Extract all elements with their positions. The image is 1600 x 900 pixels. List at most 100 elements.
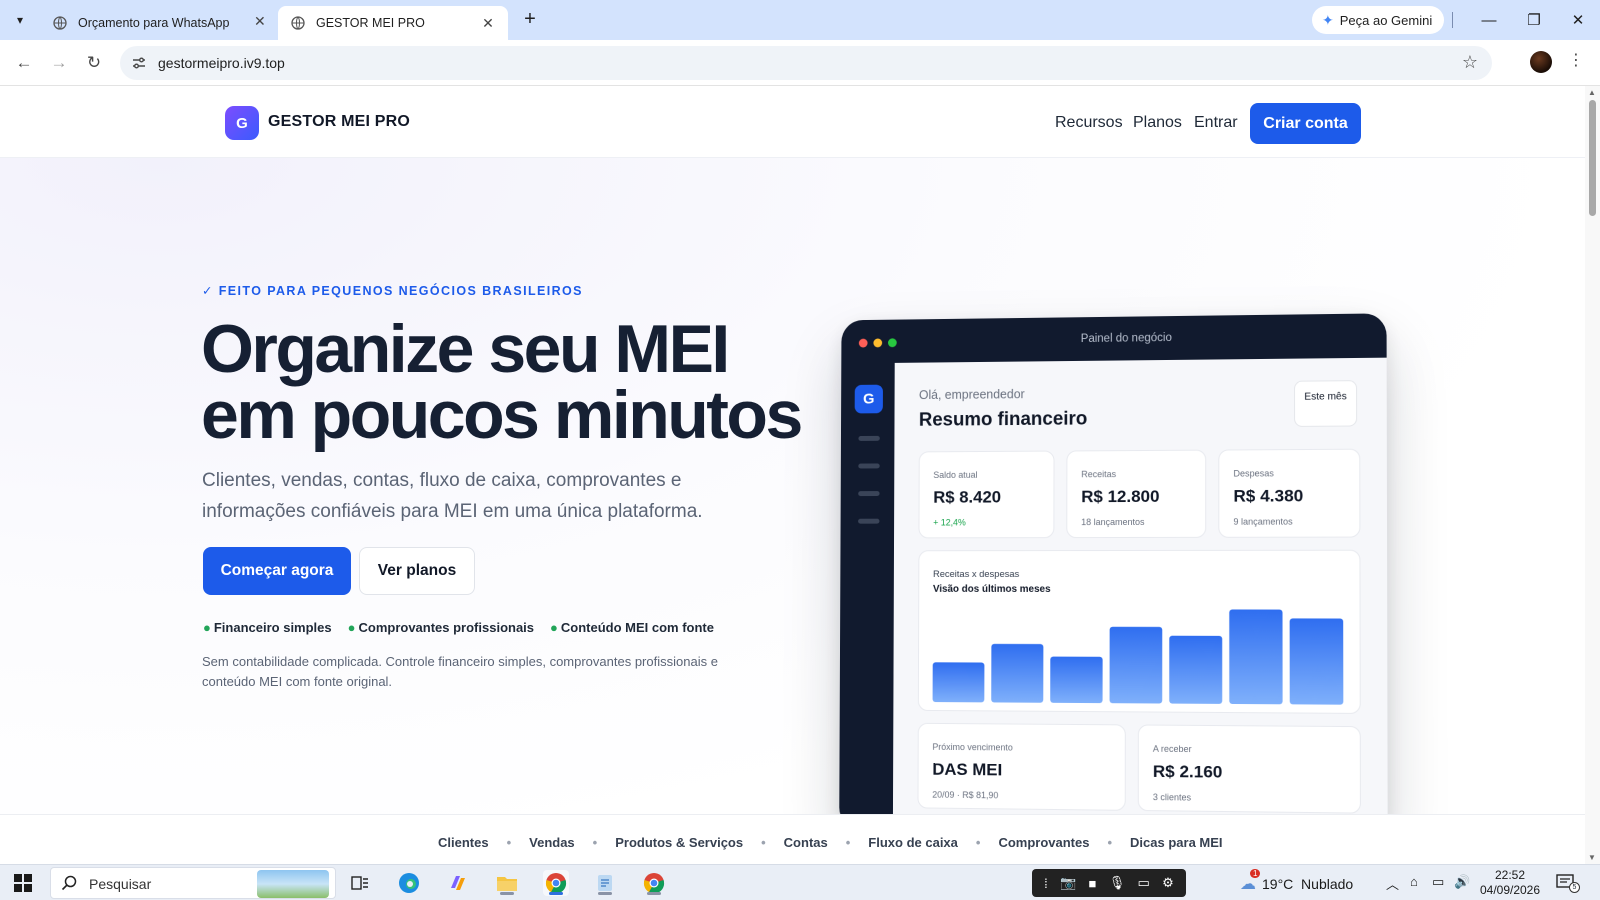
chart-title: Visão dos últimos meses: [932, 583, 1051, 595]
restore-button[interactable]: ❐: [1511, 0, 1557, 40]
subnav-item[interactable]: Vendas: [529, 835, 575, 850]
ver-planos-button[interactable]: Ver planos: [359, 547, 475, 595]
task-view-icon[interactable]: [347, 870, 373, 896]
chart-bar: [1229, 609, 1283, 705]
scroll-down-arrow-icon[interactable]: ▼: [1588, 853, 1596, 862]
grip-icon[interactable]: ⁞: [1044, 876, 1048, 891]
volume-icon[interactable]: 🔊: [1454, 874, 1470, 890]
camera-icon[interactable]: 📷: [1060, 875, 1076, 891]
criar-conta-button[interactable]: Criar conta: [1250, 103, 1361, 144]
network-icon[interactable]: ▭: [1432, 874, 1444, 890]
tab-gestor-mei-pro[interactable]: GESTOR MEI PRO ✕: [278, 6, 508, 40]
page-scrollbar[interactable]: ▲ ▼: [1585, 86, 1600, 864]
hero-eyebrow: ✓ FEITO PARA PEQUENOS NEGÓCIOS BRASILEIR…: [202, 284, 583, 298]
address-bar[interactable]: gestormeipro.iv9.top ☆: [120, 46, 1492, 80]
chart-bar: [1169, 635, 1223, 704]
chrome-icon[interactable]: [543, 870, 569, 896]
feature-bullets: ● Financeiro simples ● Comprovantes profis…: [203, 620, 714, 635]
globe-icon: [290, 15, 306, 31]
headline-line-2: em poucos minutos: [201, 377, 803, 453]
card-value: DAS MEI: [932, 759, 1003, 780]
taskbar-search[interactable]: Pesquisar: [50, 867, 336, 899]
device-icon[interactable]: ⌂: [1410, 874, 1418, 889]
subnav-item[interactable]: Comprovantes: [998, 835, 1089, 850]
site-header: G GESTOR MEI PRO Recursos Planos Entrar …: [0, 86, 1585, 158]
hero-headline: Organize seu MEI em poucos minutos: [201, 315, 803, 449]
card-meta: 20/09 · R$ 81,90: [932, 789, 999, 801]
site-settings-icon[interactable]: [130, 54, 148, 72]
more-menu-icon[interactable]: ⋮: [1568, 50, 1584, 70]
chart-subtitle: Receitas x despesas: [932, 569, 1020, 580]
chart-card: Receitas x despesas Visão dos últimos me…: [917, 549, 1361, 714]
scroll-thumb[interactable]: [1589, 100, 1596, 216]
subnav-item[interactable]: Contas: [784, 835, 828, 850]
capture-tools-tray: ⁞ 📷 ■ 🎙 ▭ ⚙: [1032, 869, 1186, 897]
weather-widget[interactable]: ☁ 1 19°C Nublado: [1240, 869, 1353, 894]
close-tab-icon[interactable]: ✕: [480, 15, 496, 32]
chrome-profile-icon[interactable]: [641, 870, 667, 896]
brand-name[interactable]: GESTOR MEI PRO: [268, 113, 410, 131]
reload-icon[interactable]: ↻: [82, 51, 106, 75]
file-explorer-icon[interactable]: [494, 870, 520, 896]
subnav-item[interactable]: Produtos & Serviços: [615, 835, 743, 850]
card-meta: 3 clientes: [1152, 792, 1192, 803]
card-meta: + 12,4%: [933, 517, 966, 528]
nav-recursos[interactable]: Recursos: [1055, 114, 1123, 132]
profile-avatar[interactable]: [1530, 51, 1552, 73]
forward-arrow-icon[interactable]: →: [47, 51, 71, 75]
close-window-button[interactable]: ✕: [1555, 0, 1600, 40]
mockup-sidebar: G: [839, 363, 895, 830]
green-dot-icon: ●: [347, 620, 356, 635]
browser-tab-bar: ▾ Orçamento para WhatsApp GESTOR MEI PRO…: [0, 0, 1600, 40]
green-dot-icon: ●: [203, 620, 211, 635]
card-despesas: Despesas R$ 4.380 9 lançamentos: [1218, 448, 1361, 538]
search-icon: [61, 875, 77, 891]
separator: [1452, 12, 1453, 28]
dashboard-mockup: Painel do negócio G Olá, empreendedor Re…: [839, 313, 1388, 837]
comecar-agora-button[interactable]: Começar agora: [203, 547, 351, 595]
tab-title: Orçamento para WhatsApp: [78, 16, 230, 30]
notification-center-icon[interactable]: 5: [1556, 873, 1580, 893]
brand-logo[interactable]: G: [225, 106, 259, 140]
chart-bar: [1050, 656, 1103, 704]
chart-bar: [991, 643, 1044, 703]
period-selector: Este mês: [1294, 380, 1358, 427]
subnav-item[interactable]: Clientes: [438, 835, 489, 850]
nav-entrar[interactable]: Entrar: [1194, 114, 1238, 132]
bookmark-star-icon[interactable]: ☆: [1462, 52, 1478, 73]
sidebar-placeholder: [858, 491, 880, 497]
window-icon[interactable]: ▭: [1138, 875, 1150, 891]
mockup-titlebar: Painel do negócio: [841, 313, 1386, 363]
nav-planos[interactable]: Planos: [1133, 114, 1182, 132]
tab-orcamento[interactable]: Orçamento para WhatsApp: [40, 6, 276, 40]
tab-search-chevron-icon[interactable]: ▾: [8, 8, 32, 32]
sidebar-placeholder: [858, 463, 880, 469]
video-icon[interactable]: ■: [1089, 876, 1097, 891]
close-tab-icon[interactable]: ✕: [254, 13, 266, 30]
green-dot-icon: ●: [550, 620, 558, 635]
back-arrow-icon[interactable]: ←: [12, 51, 36, 75]
mockup-title: Resumo financeiro: [918, 408, 1088, 431]
clock[interactable]: 22:52 04/09/2026: [1478, 868, 1542, 898]
notepad-icon[interactable]: [592, 870, 618, 896]
windows-start-icon[interactable]: [14, 874, 32, 892]
hero-section: ✓ FEITO PARA PEQUENOS NEGÓCIOS BRASILEIR…: [0, 158, 1585, 864]
windows-taskbar: Pesquisar ⁞ 📷 ■ 🎙 ▭ ⚙ ☁ 1 19°C Nublado ︿ …: [0, 864, 1600, 900]
subnav-item[interactable]: Dicas para MEI: [1130, 835, 1223, 850]
new-tab-button[interactable]: +: [518, 8, 542, 32]
scroll-up-arrow-icon[interactable]: ▲: [1588, 88, 1596, 97]
card-proximo-vencimento: Próximo vencimento DAS MEI 20/09 · R$ 81…: [917, 722, 1126, 811]
active-indicator: [549, 892, 563, 895]
card-value: R$ 2.160: [1152, 761, 1223, 782]
chevron-up-icon[interactable]: ︿: [1386, 874, 1399, 893]
microphone-icon[interactable]: 🎙: [1109, 875, 1126, 891]
edge-browser-icon[interactable]: [396, 870, 422, 896]
minimize-button[interactable]: —: [1466, 0, 1512, 40]
gemini-button[interactable]: ✦ Peça ao Gemini: [1312, 6, 1445, 34]
url-text: gestormeipro.iv9.top: [158, 55, 285, 71]
subnav-separator: •: [845, 835, 851, 850]
settings-gear-icon[interactable]: ⚙: [1162, 875, 1174, 891]
subnav-item[interactable]: Fluxo de caixa: [868, 835, 958, 850]
copilot-icon[interactable]: [445, 870, 471, 896]
card-value: R$ 8.420: [933, 487, 1002, 507]
